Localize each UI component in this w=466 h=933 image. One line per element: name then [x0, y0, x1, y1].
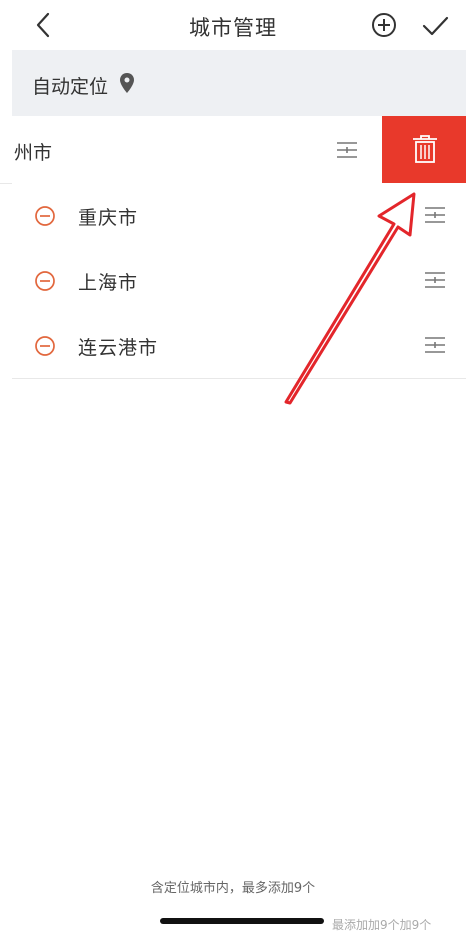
city-name: 州市 [14, 142, 53, 164]
city-row[interactable]: 连云港市 [12, 313, 466, 379]
home-indicator[interactable] [160, 918, 324, 924]
city-row-swiped[interactable]: 州市 [0, 116, 466, 184]
footer-note: 含定位城市内，最多添加9个 [150, 881, 316, 896]
plus-circle-icon[interactable] [370, 11, 398, 39]
city-row[interactable]: 重庆市 [12, 183, 466, 249]
city-row[interactable]: 上海市 [12, 248, 466, 314]
remove-circle-icon[interactable] [34, 205, 56, 227]
auto-location-section: 自动定位 [12, 50, 466, 116]
drag-handle-icon[interactable] [336, 140, 358, 160]
auto-location-label: 自动定位 [32, 76, 109, 98]
remove-circle-icon[interactable] [34, 335, 56, 357]
drag-handle-icon[interactable] [424, 205, 446, 225]
checkmark-icon[interactable] [420, 12, 450, 40]
top-nav-bar: 城市管理 [0, 0, 466, 50]
location-pin-icon [120, 73, 134, 93]
trash-icon [413, 135, 437, 163]
remove-circle-icon[interactable] [34, 270, 56, 292]
ghost-text: 最添加加9个加9个 [332, 918, 432, 932]
city-name: 连云港市 [78, 337, 159, 359]
delete-button[interactable] [382, 116, 466, 183]
city-name: 上海市 [78, 272, 139, 294]
drag-handle-icon[interactable] [424, 335, 446, 355]
drag-handle-icon[interactable] [424, 270, 446, 290]
city-name: 重庆市 [78, 207, 139, 229]
